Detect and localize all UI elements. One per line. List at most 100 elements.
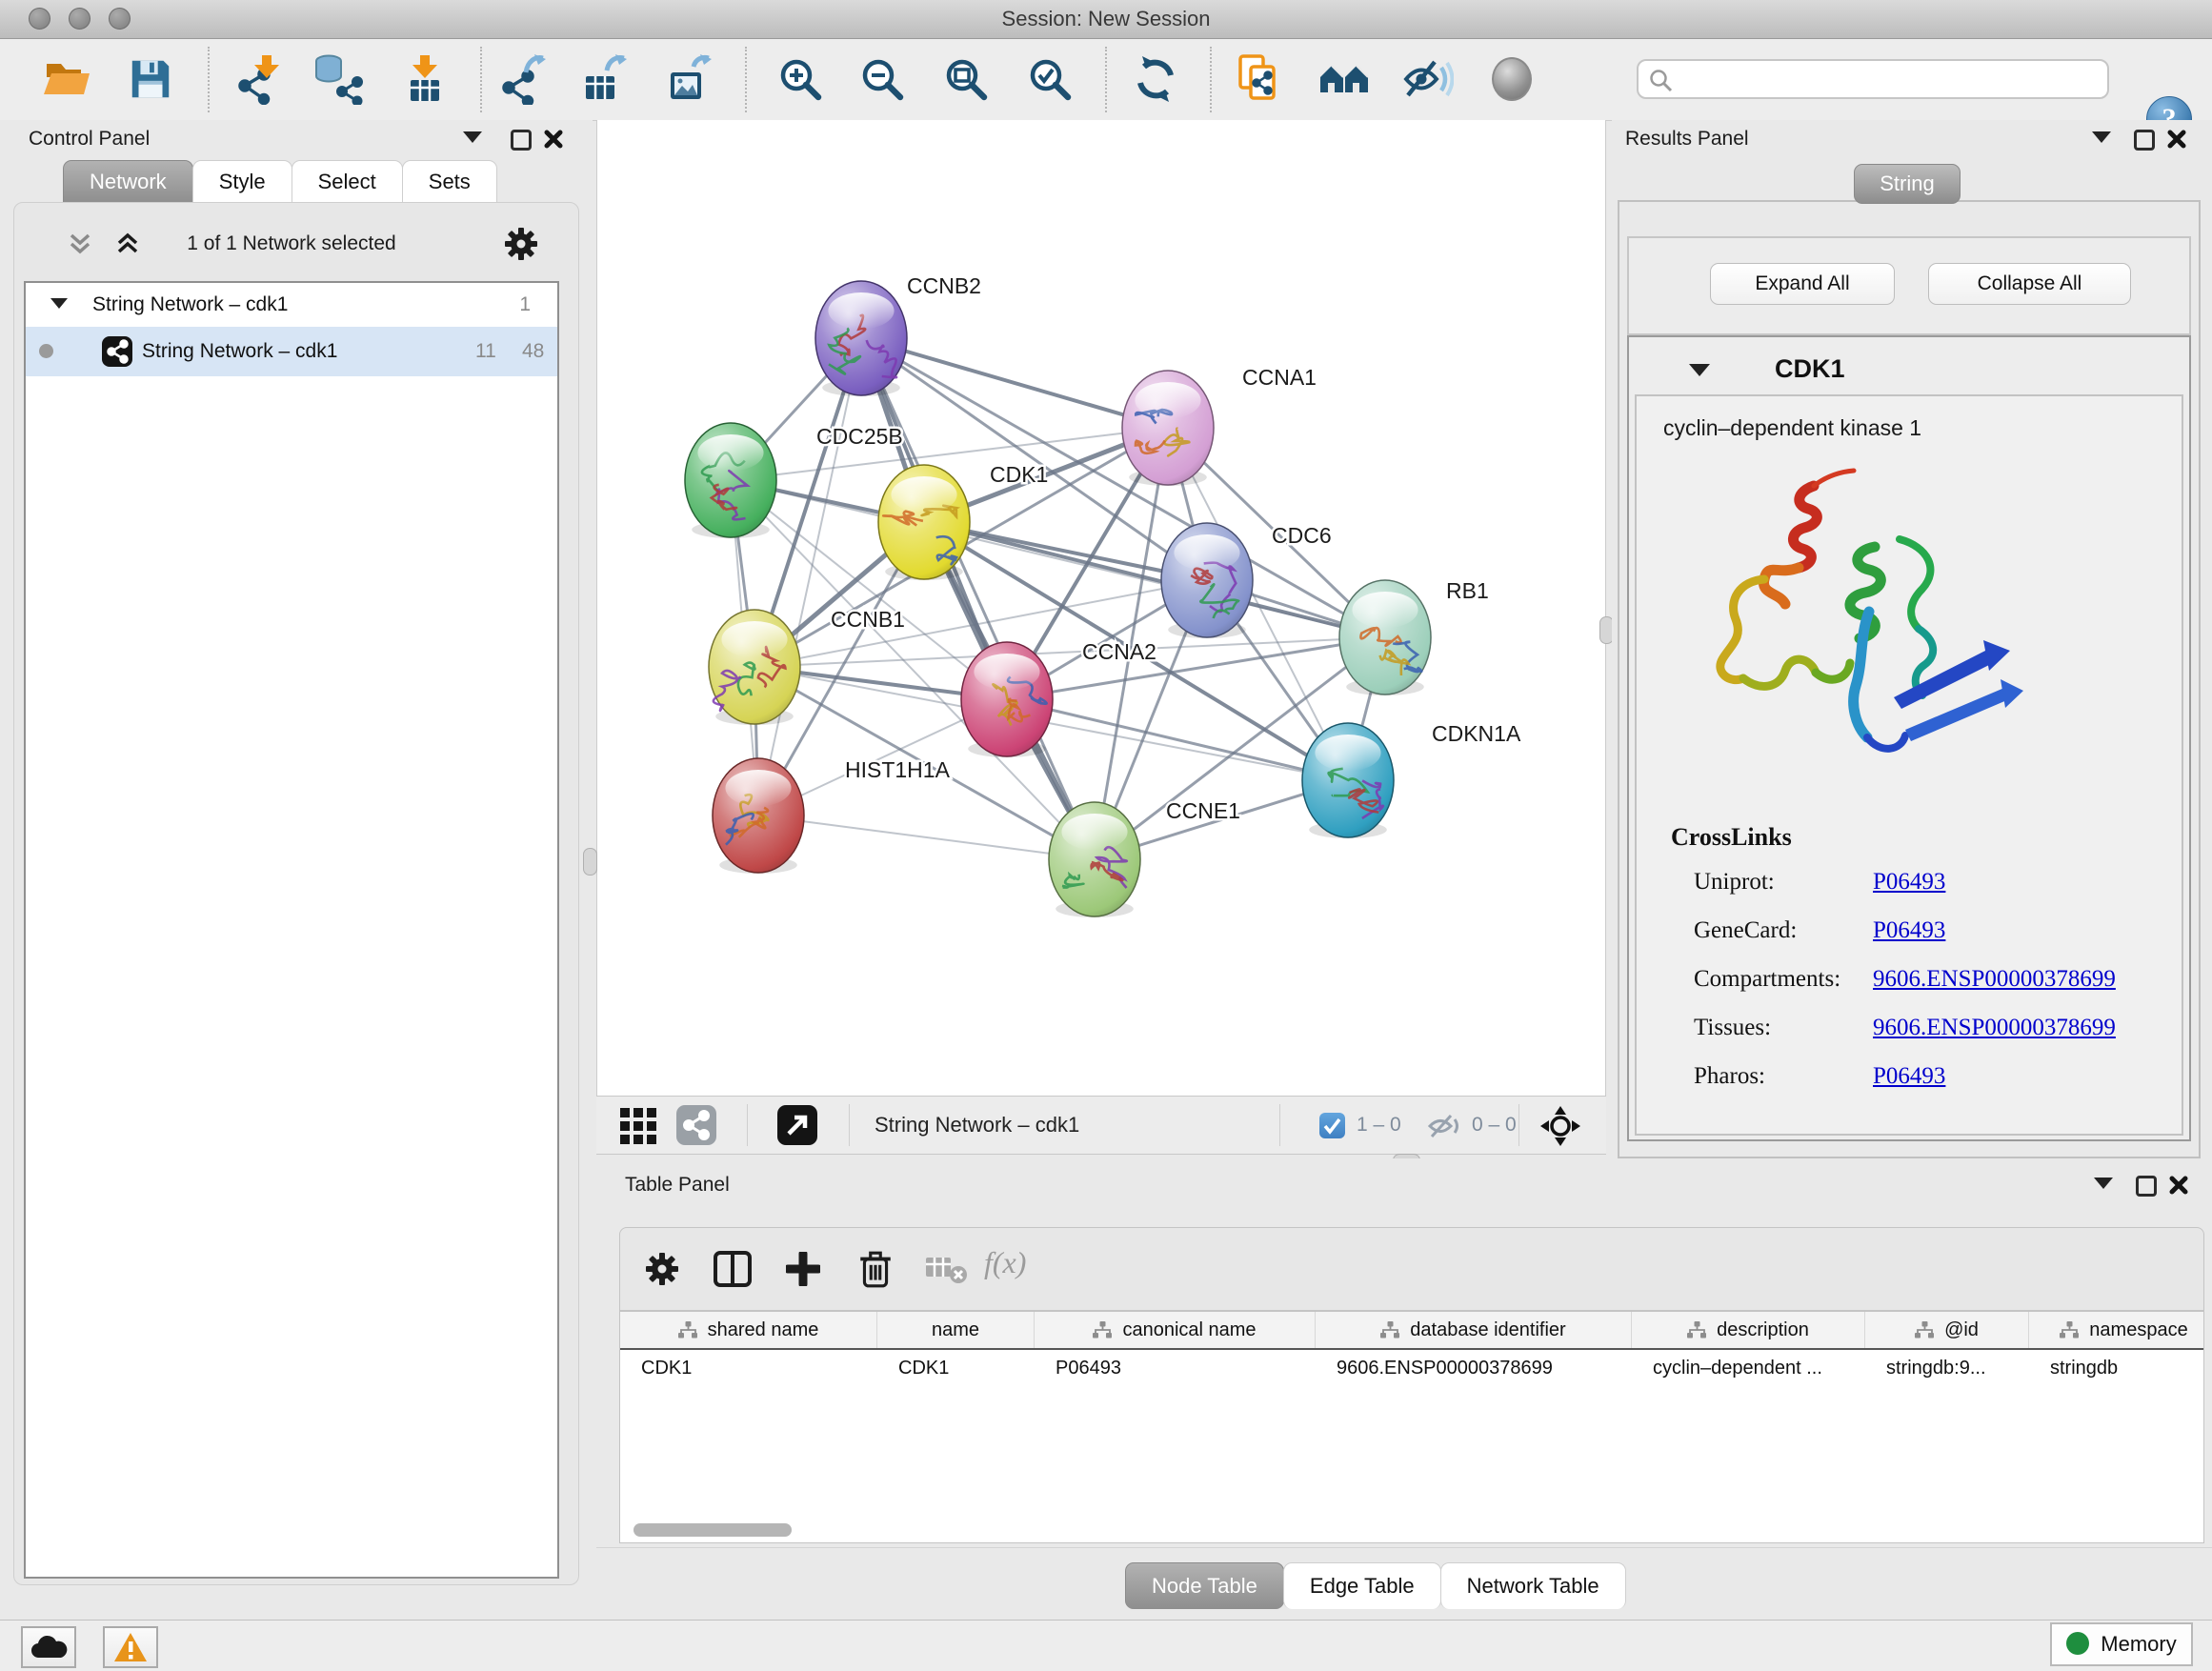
add-column-icon[interactable] [786,1252,820,1286]
node-HIST1H1A[interactable] [713,758,804,874]
table-panel: Table Panel f(x) shared namenamecanonica… [596,1158,2212,1612]
network-view-icon[interactable] [676,1105,716,1145]
network-canvas[interactable]: CCNB2CCNA1CDC25BCDK1CDC6RB1CCNB1CCNA2CDK… [596,120,1606,1096]
table-row[interactable]: CDK1CDK1P064939606.ENSP00000378699cyclin… [620,1350,2203,1386]
column-header-@id[interactable]: @id [1865,1312,2029,1348]
column-header-database-identifier[interactable]: database identifier [1316,1312,1632,1348]
search-input[interactable] [1680,63,2103,97]
export-table-button[interactable] [580,53,630,105]
cell-canonical-name[interactable]: P06493 [1035,1350,1316,1386]
update-network-button[interactable] [1131,54,1180,104]
crosslink-link[interactable]: P06493 [1873,1063,1945,1090]
cloud-status-button[interactable] [21,1626,76,1668]
grid-view-icon[interactable] [619,1107,657,1145]
crosslink-link[interactable]: P06493 [1873,917,1945,944]
tab-network-table[interactable]: Network Table [1440,1562,1626,1609]
tab-edge-table[interactable]: Edge Table [1283,1562,1441,1609]
zoom-fit-content-button[interactable] [941,54,991,104]
memory-button[interactable]: Memory [2050,1622,2193,1666]
tab-sets[interactable]: Sets [402,160,497,203]
node-CDC25B[interactable] [685,423,776,538]
cell-@id[interactable]: stringdb:9... [1865,1350,2029,1386]
selected-checkbox-icon[interactable] [1319,1113,1345,1138]
node-CDK1[interactable] [878,465,970,580]
delete-column-icon[interactable] [858,1249,893,1289]
crosslink-link[interactable]: 9606.ENSP00000378699 [1873,1015,2116,1041]
import-network-file-button[interactable] [233,53,283,105]
column-header-name[interactable]: name [877,1312,1035,1348]
clone-network-button[interactable] [1237,53,1286,105]
first-neighbors-button[interactable] [1319,56,1371,102]
cell-description[interactable]: cyclin–dependent ... [1632,1350,1865,1386]
node-RB1[interactable] [1339,580,1431,695]
results-panel-close-icon[interactable] [2166,129,2187,150]
node-CCNB1[interactable] [709,610,800,725]
import-table-file-button[interactable] [400,53,450,105]
node-CDKN1A[interactable] [1302,723,1394,838]
edge-CCNB2-CCNA1[interactable] [861,338,1168,428]
collection-collapse-icon[interactable] [50,298,68,309]
export-network-button[interactable] [499,53,549,105]
delete-table-icon[interactable] [926,1254,968,1284]
left-splitter-handle[interactable] [583,848,597,876]
results-panel-menu-icon[interactable] [2092,131,2111,143]
expand-all-button[interactable]: Expand All [1710,263,1895,305]
column-header-canonical-name[interactable]: canonical name [1035,1312,1316,1348]
protein-collapse-icon[interactable] [1689,364,1710,376]
cell-shared-name[interactable]: CDK1 [620,1350,877,1386]
tab-string[interactable]: String [1854,164,1961,204]
network-graph[interactable]: CCNB2CCNA1CDC25BCDK1CDC6RB1CCNB1CCNA2CDK… [597,120,1605,1096]
horizontal-scrollbar[interactable] [633,1523,792,1537]
window-zoom-button[interactable] [109,8,131,30]
network-row-selected[interactable]: String Network – cdk1 11 48 [26,327,557,376]
results-panel-float-icon[interactable] [2134,130,2155,151]
cell-database-identifier[interactable]: 9606.ENSP00000378699 [1316,1350,1632,1386]
table-panel-menu-icon[interactable] [2094,1178,2113,1189]
collapse-all-button[interactable]: Collapse All [1928,263,2131,305]
edge-CCNA2-CDKN1A[interactable] [1007,699,1348,780]
control-panel-menu-icon[interactable] [463,131,482,143]
function-builder-icon[interactable]: f(x) [984,1245,1026,1280]
show-columns-icon[interactable] [714,1251,752,1287]
network-options-gear-icon[interactable] [504,227,538,261]
import-network-database-button[interactable] [312,53,363,105]
tab-node-table[interactable]: Node Table [1125,1562,1284,1609]
export-image-button[interactable] [665,53,714,105]
node-CCNB2[interactable] [815,281,907,396]
warnings-button[interactable] [103,1626,158,1668]
table-gear-icon[interactable] [645,1252,679,1286]
column-header-description[interactable]: description [1632,1312,1865,1348]
zoom-in-button[interactable] [775,54,825,104]
crosslink-link[interactable]: P06493 [1873,869,1945,896]
node-CCNA1[interactable] [1122,371,1214,486]
tab-style[interactable]: Style [192,160,292,203]
zoom-selected-button[interactable] [1025,54,1075,104]
open-session-button[interactable] [41,54,92,104]
edge-CCNB2-HIST1H1A[interactable] [758,338,861,815]
tab-network[interactable]: Network [63,160,193,203]
table-panel-close-icon[interactable] [2168,1175,2189,1196]
window-close-button[interactable] [29,8,50,30]
cell-namespace[interactable]: stringdb [2029,1350,2204,1386]
column-header-shared-name[interactable]: shared name [620,1312,877,1348]
node-CCNA2[interactable] [961,642,1053,757]
cell-name[interactable]: CDK1 [877,1350,1035,1386]
birds-eye-view-icon[interactable] [1539,1105,1581,1147]
tab-select[interactable]: Select [292,160,403,203]
show-hide-graphics-details-button[interactable] [1402,55,1454,103]
network-collection-row[interactable]: String Network – cdk1 1 [26,283,557,327]
control-panel-float-icon[interactable] [511,130,532,151]
crosslink-link[interactable]: 9606.ENSP00000378699 [1873,966,2116,993]
edge-HIST1H1A-CCNE1[interactable] [758,815,1095,859]
hidden-eye-icon[interactable] [1427,1113,1461,1144]
detach-view-icon[interactable] [777,1105,817,1145]
column-header-namespace[interactable]: namespace [2029,1312,2204,1348]
control-panel-close-icon[interactable] [543,129,564,150]
node-CCNE1[interactable] [1049,802,1140,917]
table-panel-float-icon[interactable] [2136,1176,2157,1197]
level-of-detail-button[interactable] [1492,57,1532,101]
window-minimize-button[interactable] [69,8,90,30]
save-session-button[interactable] [127,55,174,103]
node-CDC6[interactable] [1161,523,1253,638]
zoom-out-button[interactable] [857,54,907,104]
